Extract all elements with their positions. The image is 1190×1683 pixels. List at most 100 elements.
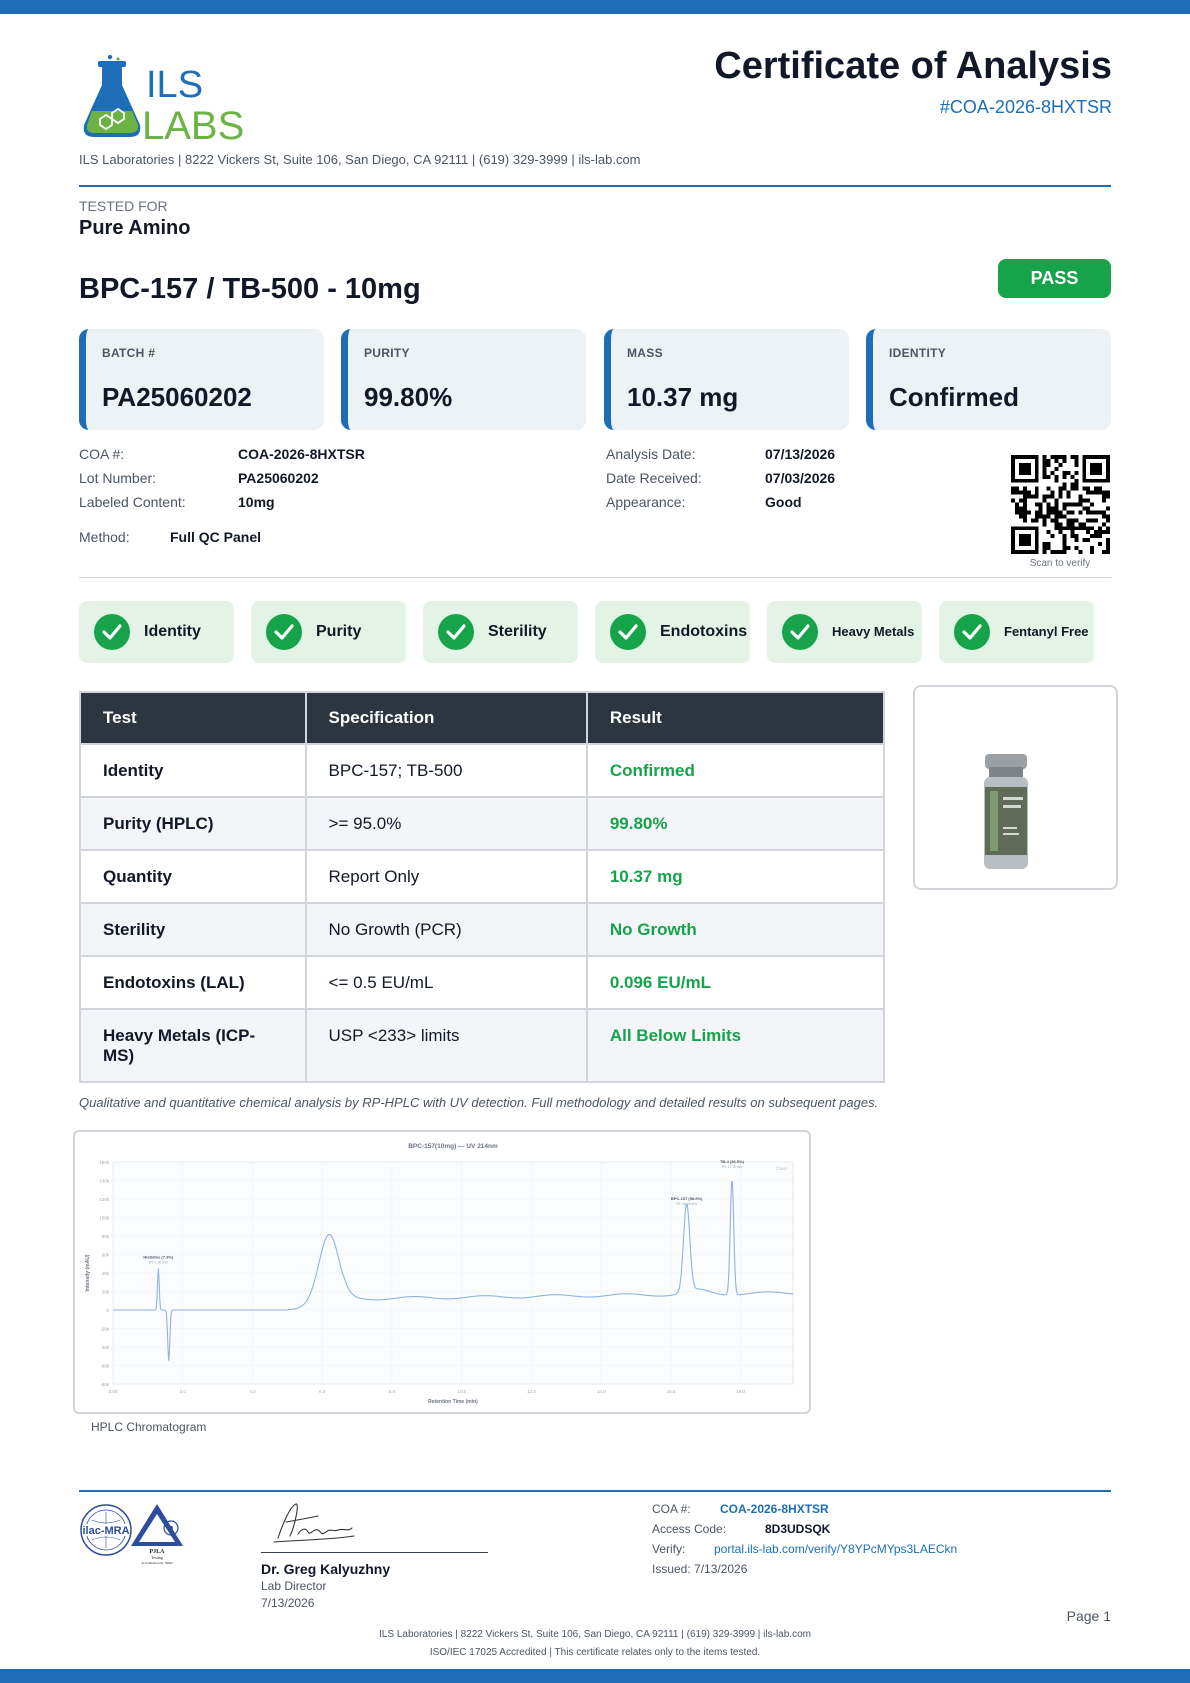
card-value: 10.37 mg [627, 382, 739, 412]
svg-text:ILS: ILS [146, 64, 203, 106]
card-value: Confirmed [889, 382, 1019, 412]
signature-line [261, 1552, 488, 1553]
x-tick-label: 16.0 [667, 1389, 676, 1394]
y-tick-label: 0 [106, 1308, 109, 1313]
cell-result: No Growth [585, 902, 886, 957]
cell-test: Purity (HPLC) [79, 796, 307, 851]
chromatogram-caption: HPLC Chromatogram [91, 1420, 207, 1434]
verify-link[interactable]: portal.ils-lab.com/verify/Y8YPcMYps3LAEC… [714, 1542, 957, 1556]
qr-caption: Scan to verify [1029, 558, 1091, 569]
x-tick-label: 6.0 [319, 1389, 326, 1394]
card-value: 99.80% [364, 382, 453, 412]
y-tick-label: 40k [102, 1271, 110, 1276]
x-tick-label: 18.0 [736, 1389, 745, 1394]
chart-title: BPC-157(10mg) — UV 214nm [408, 1143, 498, 1150]
y-tick-label: 140k [99, 1179, 110, 1184]
cell-result: 0.096 EU/mL [585, 955, 886, 1010]
chromatogram-frame: 160k 140k 120k 100k 80k 60k 40k 20k 0 -20k -40k -60… [73, 1130, 811, 1414]
cell-spec: No Growth (PCR) [304, 902, 588, 957]
y-tick-label: 60k [102, 1253, 110, 1258]
access-code-value: 8D3UDSQK [765, 1522, 831, 1536]
verify-label: Verify: [652, 1542, 686, 1556]
top-accent-bar [0, 0, 1190, 14]
check-icon [610, 614, 646, 650]
cell-test: Heavy Metals (ICP-MS) [79, 1008, 307, 1083]
y-tick-label: 100k [99, 1216, 110, 1221]
cell-test: Sterility [79, 902, 307, 957]
y-tick-label: 80k [102, 1234, 110, 1239]
section-divider [79, 577, 1111, 578]
cell-spec: <= 0.5 EU/mL [304, 955, 588, 1010]
signatory-role: Lab Director [261, 1579, 327, 1593]
product-name: BPC-157 / TB-500 - 10mg [79, 273, 421, 305]
ils-labs-logo: ILS LABS [83, 55, 244, 140]
cell-result: All Below Limits [585, 1008, 886, 1083]
page-number: Page 1 [1066, 1608, 1111, 1624]
y-tick-label: -20k [100, 1327, 110, 1332]
tested-for-value: Pure Amino [79, 217, 191, 239]
meta-analysis-date-label: Analysis Date: [606, 446, 696, 462]
cell-result: 10.37 mg [585, 849, 886, 904]
card-label: IDENTITY [889, 346, 947, 360]
x-axis-label: Retention Time (min) [428, 1399, 478, 1405]
footer-coa-label: COA #: [652, 1502, 691, 1516]
badge-label: Endotoxins [660, 623, 748, 640]
footer-coa-value: COA-2026-8HXTSR [720, 1502, 829, 1516]
check-icon [438, 614, 474, 650]
y-tick-label: -80k [100, 1382, 110, 1387]
lab-address: ILS Laboratories | 8222 Vickers St, Suit… [79, 152, 641, 167]
badge-endotoxins: Endotoxins [595, 601, 750, 663]
peak-label: Histidine (7.3%) [143, 1254, 173, 1259]
column-header: Test [79, 691, 307, 745]
cell-result: Confirmed [585, 743, 886, 798]
meta-coa-value: COA-2026-8HXTSR [238, 446, 365, 462]
x-tick-label: 12.0 [527, 1389, 536, 1394]
badge-purity: Purity [251, 601, 406, 663]
y-tick-label: 120k [99, 1197, 110, 1202]
check-icon [954, 614, 990, 650]
card-label: PURITY [364, 346, 410, 360]
meta-received-label: Date Received: [606, 470, 702, 486]
issued-date: Issued: 7/13/2026 [652, 1562, 748, 1576]
method-note: Qualitative and quantitative chemical an… [79, 1095, 879, 1110]
table-row: Endotoxins (LAL) <= 0.5 EU/mL 0.096 EU/m… [79, 955, 886, 1010]
cell-spec: Report Only [304, 849, 588, 904]
meta-labeled-label: Labeled Content: [79, 494, 186, 510]
peak-rt-label: RT: 1.30 min [149, 1260, 168, 1264]
meta-appearance-value: Good [765, 494, 802, 510]
check-icon [266, 614, 302, 650]
table-row: Heavy Metals (ICP-MS) USP <233> limits A… [79, 1008, 886, 1083]
meta-received-value: 07/03/2026 [765, 470, 836, 486]
x-tick-label: 8.0 [389, 1389, 396, 1394]
accreditation-logos: ilac-MRA PJLA Testing Accreditation No. … [80, 1504, 183, 1565]
meta-method-value: Full QC Panel [170, 529, 262, 545]
card-value: PA25060202 [102, 382, 252, 412]
svg-text:LABS: LABS [142, 104, 244, 140]
cell-result: 99.80% [585, 796, 886, 851]
signature-image [273, 1503, 355, 1543]
cell-test: Endotoxins (LAL) [79, 955, 307, 1010]
y-axis-label: Intensity (mAU) [85, 1254, 91, 1291]
x-tick-label: 0.00 [109, 1389, 118, 1394]
table-row: Quantity Report Only 10.37 mg [79, 849, 886, 904]
pass-badge: PASS [998, 259, 1111, 298]
cell-spec: USP <233> limits [304, 1008, 588, 1083]
qr-code[interactable] [1011, 455, 1110, 554]
document-title: Certificate of Analysis [714, 45, 1112, 87]
svg-text:Accreditation No. 59602: Accreditation No. 59602 [141, 1561, 173, 1565]
results-table: Test Specification Result Identity BPC-1… [79, 691, 886, 1083]
badge-heavy-metals: Heavy Metals [767, 601, 922, 663]
meta-lot-value: PA25060202 [238, 470, 319, 486]
vial-image [984, 754, 1028, 869]
peak-label: BPC-157 (58.9%) [671, 1196, 703, 1201]
signatory-name: Dr. Greg Kalyuzhny [261, 1561, 391, 1577]
badge-identity: Identity [79, 601, 234, 663]
check-icon [94, 614, 130, 650]
x-tick-label: 2.0 [180, 1389, 187, 1394]
signature-date: 7/13/2026 [261, 1596, 315, 1610]
meta-lot-label: Lot Number: [79, 470, 157, 486]
badge-sterility: Sterility [423, 601, 578, 663]
footer-address: ILS Laboratories | 8222 Vickers St, Suit… [379, 1629, 811, 1640]
access-code-label: Access Code: [652, 1522, 727, 1536]
meta-method-label: Method: [79, 529, 130, 545]
